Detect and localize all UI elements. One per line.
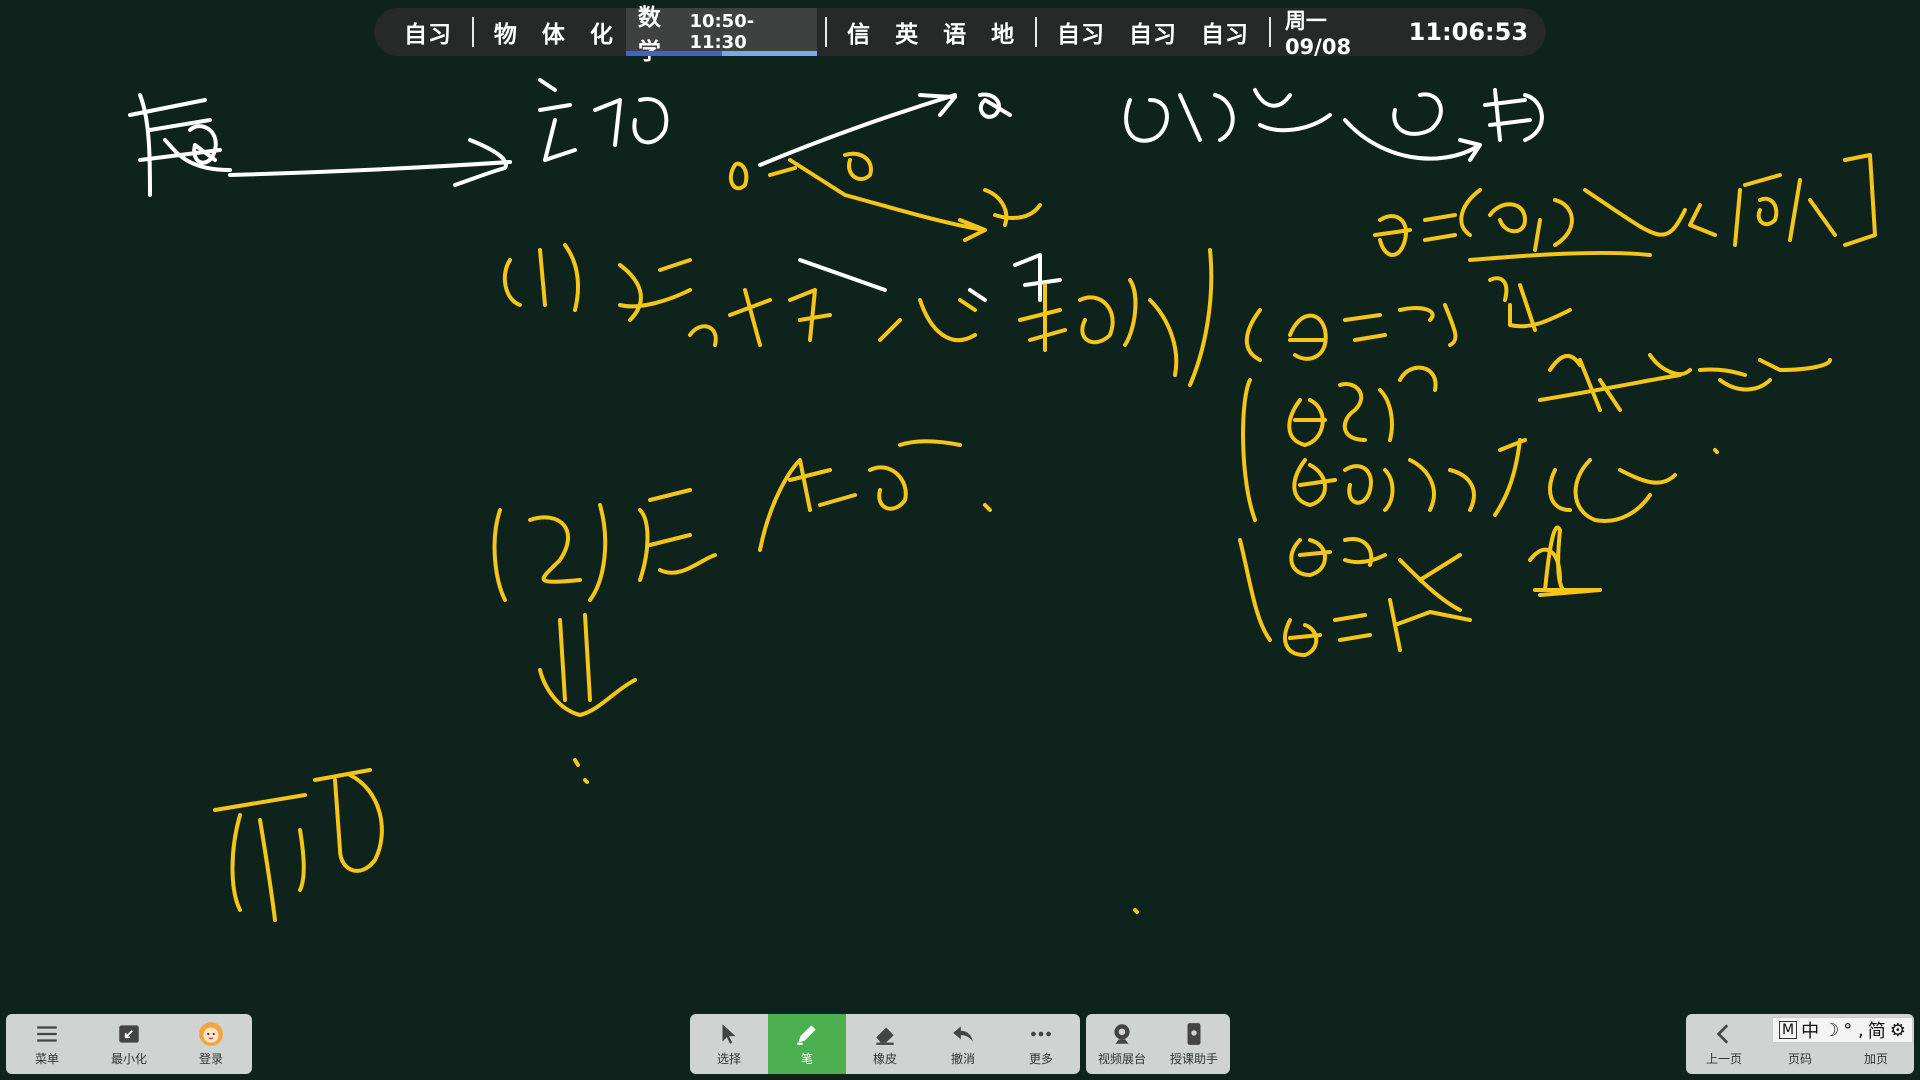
menu-icon: [37, 1026, 57, 1042]
pen-tool-button[interactable]: 笔: [768, 1014, 846, 1074]
ime-settings-icon[interactable]: ⚙: [1890, 1020, 1906, 1041]
toolbar-drawing: 选择 笔 橡皮 撤消 更多: [690, 1014, 1080, 1074]
more-label: 更多: [1028, 1052, 1053, 1066]
menu-button[interactable]: 菜单: [6, 1014, 88, 1074]
ime-status-bar[interactable]: M 中 ☽ ° , 简 ⚙: [1772, 1017, 1913, 1043]
ime-language[interactable]: 中: [1801, 1017, 1819, 1043]
eraser-label: 橡皮: [872, 1052, 897, 1066]
add-page-label: 加页: [1863, 1052, 1888, 1066]
assistant-label: 授课助手: [1169, 1052, 1218, 1066]
select-tool-button[interactable]: 选择: [690, 1014, 768, 1074]
chevron-left-icon: [1716, 1024, 1729, 1044]
toolbar-tools: 视频展台 授课助手: [1086, 1014, 1230, 1074]
cursor-icon: [722, 1024, 736, 1044]
login-label: 登录: [198, 1052, 223, 1066]
pen-icon: [797, 1025, 816, 1045]
pen-label: 笔: [800, 1052, 813, 1066]
assistant-icon: [1187, 1023, 1201, 1045]
camera-icon: [1114, 1024, 1130, 1044]
ime-simplified[interactable]: 简: [1868, 1017, 1886, 1043]
avatar-icon: [199, 1022, 223, 1046]
prev-page-label: 上一页: [1705, 1052, 1742, 1066]
undo-icon: [953, 1026, 973, 1042]
prev-page-button[interactable]: 上一页: [1686, 1014, 1762, 1074]
ime-mode-indicator[interactable]: M: [1779, 1021, 1798, 1039]
more-button[interactable]: 更多: [1002, 1014, 1080, 1074]
login-button[interactable]: 登录: [170, 1014, 252, 1074]
whiteboard-canvas[interactable]: [0, 0, 1920, 1000]
assistant-button[interactable]: 授课助手: [1158, 1014, 1230, 1074]
select-label: 选择: [716, 1052, 741, 1066]
ime-punctuation[interactable]: ° ,: [1843, 1020, 1863, 1041]
undo-label: 撤消: [950, 1052, 975, 1066]
more-icon: [1031, 1031, 1051, 1037]
menu-label: 菜单: [34, 1052, 59, 1066]
minimize-label: 最小化: [110, 1052, 147, 1066]
visualizer-button[interactable]: 视频展台: [1086, 1014, 1158, 1074]
eraser-tool-button[interactable]: 橡皮: [846, 1014, 924, 1074]
page-number-label: 页码: [1787, 1052, 1812, 1066]
yellow-ink: [213, 151, 1877, 922]
ime-moon-icon[interactable]: ☽: [1823, 1020, 1839, 1041]
eraser-icon: [876, 1027, 894, 1045]
minimize-button[interactable]: 最小化: [88, 1014, 170, 1074]
undo-button[interactable]: 撤消: [924, 1014, 1002, 1074]
toolbar-left: 菜单 最小化 登录: [6, 1014, 252, 1074]
visualizer-label: 视频展台: [1097, 1052, 1146, 1066]
minimize-icon: [119, 1025, 139, 1043]
